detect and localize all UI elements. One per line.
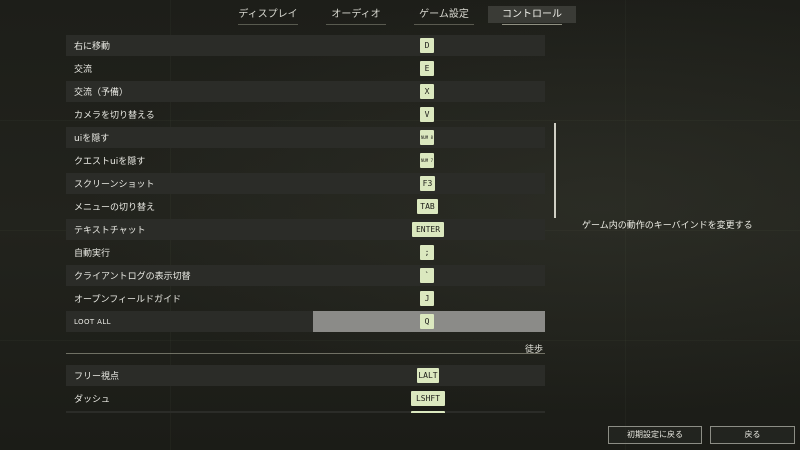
list-scrollbar[interactable] [554,123,556,218]
key-cap[interactable]: TAB [417,199,438,214]
key-slot[interactable]: ; [313,242,545,263]
key-slot[interactable]: LSHFT [313,388,545,409]
key-slot[interactable]: ENTER [313,219,545,240]
settings-screen: ディスプレイ オーディオ ゲーム設定 コントロール 右に移動 D 交流 E 交流… [0,0,800,450]
key-cap[interactable] [411,411,445,413]
action-label: カメラを切り替える [74,111,155,121]
tab-controls[interactable]: コントロール [488,6,576,25]
key-cap[interactable]: D [420,38,434,53]
keybinding-row: クエストuiを隠す NUM 7 [66,150,545,171]
action-label: クライアントログの表示切替 [74,272,191,282]
key-cap[interactable]: LALT [417,368,439,383]
keybinding-row: 右に移動 D [66,35,545,56]
key-cap[interactable]: NUM 8 [420,130,434,145]
action-label: メニューの切り替え [74,203,156,213]
key-cap[interactable]: X [420,84,434,99]
key-slot[interactable]: ` [313,265,545,286]
keybinding-row: テキストチャット ENTER [66,219,545,240]
tab-game-settings[interactable]: ゲーム設定 [400,6,488,25]
action-label: 交流 [74,65,93,75]
key-slot[interactable]: TAB [313,196,545,217]
keybinding-row-partial [66,411,545,413]
keybinding-row: オープンフィールドガイド J [66,288,545,309]
action-label: uiを隠す [74,134,110,144]
section-title: 徒歩 [524,345,543,355]
action-label: 右に移動 [74,42,111,52]
tab-audio[interactable]: オーディオ [312,6,400,25]
key-cap[interactable]: V [420,107,434,122]
key-cap[interactable]: LSHFT [411,391,445,406]
keybinding-row: クライアントログの表示切替 ` [66,265,545,286]
key-cap[interactable]: E [420,61,434,76]
key-slot[interactable]: NUM 7 [313,150,545,171]
back-button[interactable]: 戻る [710,426,795,444]
keybinding-row: uiを隠す NUM 8 [66,127,545,148]
section-divider [66,353,545,354]
keybinding-row: カメラを切り替える V [66,104,545,125]
key-cap[interactable]: F3 [420,176,435,191]
keybinding-row: スクリーンショット F3 [66,173,545,194]
action-label: スクリーンショット [74,180,155,190]
settings-tabs: ディスプレイ オーディオ ゲーム設定 コントロール [224,6,576,25]
key-slot[interactable]: V [313,104,545,125]
action-label: 自動実行 [74,249,111,259]
action-label: フリー視点 [74,372,120,382]
action-label: 交流（予備） [74,88,129,98]
tab-display[interactable]: ディスプレイ [224,6,312,25]
keybinding-row: 交流（予備） X [66,81,545,102]
key-slot[interactable]: E [313,58,545,79]
key-slot[interactable]: LALT [313,365,545,386]
action-label: ダッシュ [74,395,111,405]
keybinding-row: 交流 E [66,58,545,79]
key-slot[interactable]: F3 [313,173,545,194]
key-cap[interactable]: ` [420,268,434,283]
key-slot[interactable] [313,411,545,413]
setting-description: ゲーム内の動作のキーバインドを変更する [582,221,753,231]
key-slot[interactable]: Q [313,311,545,332]
key-cap[interactable]: ; [420,245,434,260]
keybinding-row: 自動実行 ; [66,242,545,263]
keybinding-list: 右に移動 D 交流 E 交流（予備） X カメラを切り替える V uiを隠す N… [66,35,545,413]
action-label: LOOT ALL [74,317,111,326]
key-cap[interactable]: J [420,291,434,306]
keybinding-row: ダッシュ LSHFT [66,388,545,409]
key-slot[interactable]: NUM 8 [313,127,545,148]
key-slot[interactable]: D [313,35,545,56]
key-cap[interactable]: Q [420,314,434,329]
key-slot[interactable]: J [313,288,545,309]
keybinding-row-selected: LOOT ALL Q [66,311,545,332]
key-cap[interactable]: NUM 7 [420,153,434,168]
action-label: オープンフィールドガイド [74,295,182,305]
action-label: クエストuiを隠す [74,157,146,167]
action-label: テキストチャット [74,226,146,236]
keybinding-row: メニューの切り替え TAB [66,196,545,217]
keybinding-row: フリー視点 LALT [66,365,545,386]
key-cap[interactable]: ENTER [412,222,444,237]
key-slot[interactable]: X [313,81,545,102]
reset-defaults-button[interactable]: 初期設定に戻る [608,426,702,444]
